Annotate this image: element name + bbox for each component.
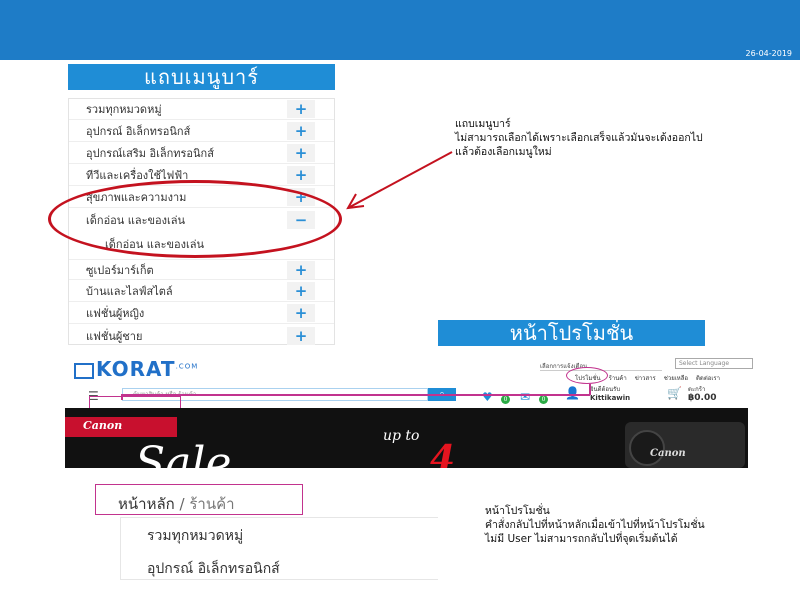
logo-suffix: .COM [175,362,199,371]
user-info[interactable]: ยินดีต้อนรับ Kittikawin [590,386,630,403]
menu-item[interactable]: บ้านและไลฟ์สไตล์ + [69,281,334,302]
nav-link-news[interactable]: ข่าวสาร [635,375,656,382]
menu-item[interactable]: ซูเปอร์มาร์เก็ต + [69,259,334,280]
category-list-item[interactable]: อุปกรณ์ อิเล็กทรอนิกส์ [147,558,280,580]
menu-item-label: บ้านและไลฟ์สไตล์ [86,285,173,298]
language-select[interactable]: Select Language [675,358,753,369]
cart-total: ฿0.00 [688,393,717,403]
expand-plus-icon[interactable]: + [287,282,315,300]
heart-icon: ♥ [482,390,493,404]
note-line: คำสั่งกลับไปที่หน้าหลักเมื่อเข้าไปที่หน้… [485,519,705,531]
mail-icon: ✉ [520,390,531,404]
user-greeting: ยินดีต้อนรับ [590,386,621,393]
expand-plus-icon[interactable]: + [287,304,315,322]
logo-text: KORAT [96,357,176,381]
menu-item-label: แฟชั่นผู้หญิง [86,307,145,320]
nav-link-help[interactable]: ช่วยเหลือ [664,375,688,382]
note-line: แล้วต้องเลือกเมนูใหม่ [455,146,552,158]
banner-up-to: up to [383,428,420,444]
promo-banner[interactable]: Canon Sale up to 4 Canon [65,408,748,468]
menu-item-label: อุปกรณ์ อิเล็กทรอนิกส์ [86,125,191,138]
annotation-ellipse [48,180,342,258]
menu-item[interactable]: อุปกรณ์เสริม อิเล็กทรอนิกส์ + [69,143,334,164]
favorites-badge: 0 [501,395,510,404]
expand-plus-icon[interactable]: + [287,260,315,279]
annotation-promo-circle [566,367,608,384]
logo-mark-icon [74,362,94,379]
expand-plus-icon[interactable]: + [287,326,315,345]
menubar-note: แถบเมนูบาร์ ไม่สามารถเลือกได้เพราะเลือกเ… [455,117,775,159]
promo-note: หน้าโปรโมชั่น คำสั่งกลับไปที่หน้าหลักเมื… [485,504,785,546]
menu-item-label: ซูเปอร์มาร์เก็ต [86,263,154,277]
nav-link-contact[interactable]: ติดต่อเรา [696,375,720,382]
camera-brand-label: Canon [650,448,686,459]
user-icon: 👤 [565,386,580,400]
menu-item[interactable]: รวมทุกหมวดหมู่ + [69,99,334,120]
menu-item[interactable]: แฟชั่นผู้หญิง + [69,303,334,324]
user-name: Kittikawin [590,394,631,402]
category-list-item[interactable]: รวมทุกหมวดหมู่ [147,525,243,547]
annotation-connector [121,394,590,396]
promo-section-title: หน้าโปรโมชั่น [438,320,705,346]
note-line: ไม่มี User ไม่สามารถกลับไปที่จุดเริ่มต้น… [485,533,678,545]
expand-plus-icon[interactable]: + [287,166,315,184]
slide-date: 26-04-2019 [745,49,793,58]
cart-icon[interactable]: 🛒 [667,386,682,400]
site-logo[interactable]: KORAT.COM [74,357,198,381]
breadcrumb-separator: / [179,495,185,513]
messages-badge: 0 [539,395,548,404]
expand-plus-icon[interactable]: + [287,122,315,140]
menu-item[interactable]: อุปกรณ์ อิเล็กทรอนิกส์ + [69,121,334,142]
expand-plus-icon[interactable]: + [287,144,315,162]
menu-item-label: อุปกรณ์เสริม อิเล็กทรอนิกส์ [86,147,214,160]
note-line: หน้าโปรโมชั่น [485,505,550,517]
annotation-arrow-icon [346,151,453,210]
breadcrumb-current: ร้านค้า [189,495,235,513]
slide-header-bar: 26-04-2019 [0,0,800,60]
menubar-section-title: แถบเมนูบาร์ [68,64,335,90]
note-line: แถบเมนูบาร์ [455,118,511,130]
note-line: ไม่สามารถเลือกได้เพราะเลือกเสร็จแล้วมันจ… [455,132,703,144]
menu-item[interactable]: แฟชั่นผู้ชาย + [69,325,334,346]
expand-plus-icon[interactable]: + [287,100,315,118]
banner-discount-number: 4 [430,438,456,468]
category-list: รวมทุกหมวดหมู่ อุปกรณ์ อิเล็กทรอนิกส์ [120,517,438,580]
breadcrumb-home[interactable]: หน้าหลัก [118,495,175,513]
menu-item-label: รวมทุกหมวดหมู่ [86,103,162,116]
brand-logo: Canon [83,419,123,432]
nav-link-store[interactable]: ร้านค้า [609,375,627,382]
banner-script-text: Sale [135,438,232,468]
cart-info[interactable]: ตะกร้า ฿0.00 [688,386,716,403]
camera-image [625,422,745,468]
breadcrumb: หน้าหลัก / ร้านค้า [118,492,235,516]
menu-item-label: แฟชั่นผู้ชาย [86,329,143,343]
